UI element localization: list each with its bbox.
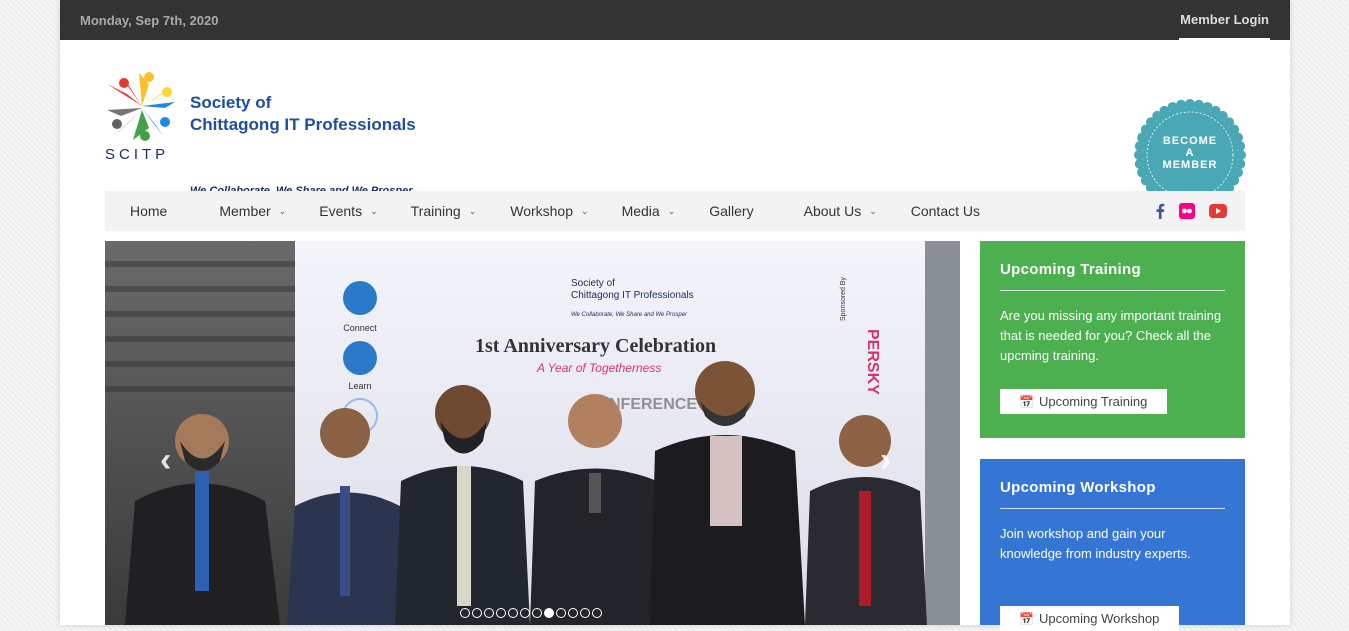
upcoming-workshop-button-label: Upcoming Workshop (1038, 611, 1160, 626)
slider-dot[interactable] (472, 608, 482, 618)
banner-subtitle: A Year of Togetherness (536, 361, 661, 375)
slider-pagination (460, 608, 602, 618)
upcoming-training-button-label: Upcoming Training (1038, 394, 1148, 409)
nav-item-label: Media (621, 203, 660, 219)
chevron-down-icon: ⌄ (869, 205, 877, 216)
chevron-down-icon: ⌄ (278, 205, 287, 216)
upcoming-workshop-panel: Upcoming Workshop Join workshop and gain… (980, 459, 1245, 631)
nav-item-workshop[interactable]: Workshop ⌄ (510, 191, 588, 231)
member-login-link[interactable]: Member Login (1179, 0, 1270, 40)
current-date: Monday, Sep 7th, 2020 (80, 12, 219, 28)
nav-item-media[interactable]: Media ⌄ (622, 191, 676, 231)
youtube-icon[interactable] (1209, 204, 1227, 218)
banner-title: 1st Anniversary Celebration (475, 335, 716, 357)
slider-dot[interactable] (520, 608, 530, 618)
chevron-down-icon: ⌄ (370, 205, 378, 216)
slider-dot[interactable] (532, 608, 542, 618)
badge-text: BECOME A MEMBER (1133, 135, 1247, 171)
logo-title: Society of Chittagong IT Professionals (190, 92, 416, 136)
upcoming-training-panel: Upcoming Training Are you missing any im… (980, 241, 1245, 438)
banner-org-line1: Society of (571, 278, 615, 289)
slider-dot[interactable] (556, 608, 566, 618)
slider-dot[interactable] (568, 608, 578, 618)
nav-item-contact-us[interactable]: Contact Us (911, 191, 980, 231)
logo-title-line1: Society of (190, 93, 272, 112)
upcoming-training-button[interactable]: 📅 Upcoming Training (1000, 389, 1168, 414)
upcoming-workshop-button[interactable]: 📅 Upcoming Workshop (1000, 606, 1180, 631)
banner-sponsor: Sponsored By (840, 277, 847, 321)
site-logo[interactable]: SCITP Society of Chittagong IT Professio… (105, 72, 425, 202)
slide-photo: Connect Learn Society of Chittagong IT P… (105, 241, 960, 625)
slider-dot[interactable] (544, 608, 554, 618)
nav-item-label: Gallery (709, 203, 754, 219)
logo-mark-icon (107, 72, 177, 141)
chevron-down-icon: ⌄ (468, 205, 477, 216)
slider-dot[interactable] (484, 608, 494, 618)
flickr-icon[interactable] (1179, 203, 1195, 219)
hero-slider[interactable]: Connect Learn Society of Chittagong IT P… (105, 241, 960, 625)
logo-title-line2: Chittagong IT Professionals (190, 115, 416, 134)
slider-dot[interactable] (580, 608, 590, 618)
banner-learn: Learn (348, 381, 371, 391)
badge-line3: MEMBER (1162, 159, 1218, 171)
nav-item-member[interactable]: Member ⌄ (219, 191, 286, 231)
nav-item-label: Training (410, 203, 461, 219)
banner-sponsor-name: PERSKY (864, 329, 881, 395)
nav-item-events[interactable]: Events ⌄ (319, 191, 377, 231)
slider-dot[interactable] (592, 608, 602, 618)
calendar-icon: 📅 (1019, 394, 1034, 409)
slider-dot[interactable] (496, 608, 506, 618)
nav-item-label: Member (219, 203, 271, 219)
slider-dot[interactable] (508, 608, 518, 618)
badge-line2: A (1185, 147, 1195, 159)
main-navigation: Home Member ⌄ Events ⌄ Training ⌄ Workshop ⌄… (105, 191, 1245, 231)
nav-item-label: Workshop (510, 203, 574, 219)
banner-connect: Connect (343, 323, 377, 333)
social-links (1155, 191, 1227, 231)
slider-dot[interactable] (460, 608, 470, 618)
nav-item-label: Events (319, 203, 363, 219)
banner-tagline: We Collaborate, We Share and We Prosper (571, 312, 688, 318)
nav-item-home[interactable]: Home (130, 191, 167, 231)
site-header: SCITP Society of Chittagong IT Professio… (60, 40, 1290, 211)
nav-item-label: Home (130, 203, 168, 219)
page-wrapper: Monday, Sep 7th, 2020 Member Login SCITP… (60, 0, 1290, 631)
chevron-down-icon: ⌄ (581, 205, 589, 216)
workshop-panel-title: Upcoming Workshop (1000, 479, 1225, 509)
nav-item-about-us[interactable]: About Us ⌄ (804, 191, 877, 231)
nav-item-label: About Us (803, 203, 862, 219)
banner-org-line2: Chittagong IT Professionals (571, 290, 694, 301)
training-panel-title: Upcoming Training (1000, 261, 1225, 291)
badge-line1: BECOME (1162, 135, 1218, 147)
training-panel-text: Are you missing any important training t… (1000, 308, 1222, 363)
facebook-icon[interactable] (1155, 203, 1165, 219)
nav-item-label: Contact Us (910, 203, 980, 219)
slider-prev-arrow-icon[interactable]: ‹ (160, 441, 171, 480)
calendar-icon: 📅 (1019, 611, 1034, 626)
logo-abbreviation: SCITP (105, 146, 170, 163)
workshop-panel-text: Join workshop and gain your knowledge fr… (1000, 526, 1191, 561)
nav-item-gallery[interactable]: Gallery (709, 191, 753, 231)
nav-item-training[interactable]: Training ⌄ (411, 191, 477, 231)
slider-next-arrow-icon[interactable]: › (880, 441, 891, 480)
chevron-down-icon: ⌄ (667, 205, 676, 216)
top-bar: Monday, Sep 7th, 2020 Member Login (60, 0, 1290, 40)
